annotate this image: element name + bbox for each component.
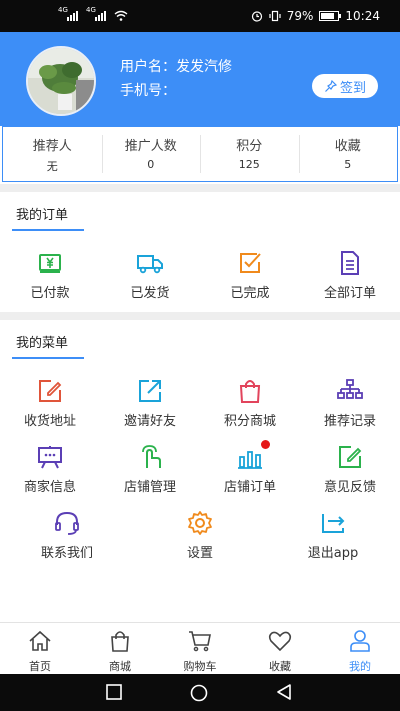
bottom-tab-bar: 首页 商城 购物车 收藏 我的 (0, 622, 400, 674)
username-text: 用户名：发发汽修 (120, 59, 232, 75)
tab-label: 商城 (109, 660, 131, 673)
cart-icon (189, 631, 211, 652)
stat-label: 推广人数 (124, 139, 177, 154)
order-paid[interactable]: 已付款 (0, 250, 100, 301)
order-completed[interactable]: 已完成 (200, 250, 300, 301)
user-icon (350, 630, 370, 652)
menu-points-mall[interactable]: 积分商城 (200, 378, 300, 429)
menu-label: 积分商城 (223, 414, 276, 429)
recents-icon[interactable] (106, 684, 122, 700)
avatar[interactable] (26, 46, 96, 116)
order-all[interactable]: 全部订单 (300, 250, 400, 301)
headset-icon (55, 511, 79, 535)
menu-contact-us[interactable]: 联系我们 (17, 510, 117, 561)
shopping-bag-icon (239, 380, 261, 403)
exit-arrow-icon (322, 514, 345, 533)
phone-text: 手机号： (120, 83, 176, 99)
signal-icon: 4G (58, 6, 78, 21)
tab-favorites[interactable]: 收藏 (240, 623, 320, 674)
bag-icon (111, 631, 129, 652)
order-shipped[interactable]: 已发货 (100, 250, 200, 301)
stat-label: 积分 (236, 139, 263, 154)
stat-value: 无 (46, 160, 58, 173)
menu-referral-records[interactable]: 推荐记录 (300, 378, 400, 429)
menu-label: 邀请好友 (123, 414, 176, 429)
easel-board-icon (38, 446, 62, 469)
truck-icon (137, 255, 163, 274)
menu-label: 店铺订单 (223, 480, 276, 495)
bar-chart-icon (238, 451, 262, 469)
menu-label: 退出app (307, 546, 359, 561)
share-arrow-icon (139, 380, 161, 402)
menu-label: 收货地址 (23, 414, 76, 429)
check-box-icon (240, 253, 261, 273)
tab-mall[interactable]: 商城 (80, 623, 160, 674)
wifi-icon (114, 10, 128, 21)
order-label: 已完成 (230, 286, 270, 301)
menu-store-orders[interactable]: 店铺订单 (200, 440, 300, 495)
stat-promoted-count[interactable]: 推广人数 0 (101, 127, 201, 181)
stat-points[interactable]: 积分 125 (200, 127, 299, 181)
menu-label: 设置 (186, 546, 213, 561)
menu-label: 意见反馈 (323, 480, 376, 495)
vibrate-icon (269, 10, 281, 22)
system-nav-bar (0, 674, 400, 711)
profile-header: 用户名：发发汽修 手机号： 签到 (0, 32, 400, 126)
menu-label: 推荐记录 (323, 414, 376, 429)
stat-value: 5 (344, 158, 352, 171)
tab-label: 收藏 (269, 660, 291, 673)
section-divider (0, 312, 400, 320)
tab-label: 首页 (29, 660, 51, 673)
order-label: 已发货 (130, 286, 170, 301)
stat-value: 125 (238, 158, 260, 171)
yuan-wallet-icon (39, 254, 61, 273)
stat-referrer[interactable]: 推荐人 无 (3, 127, 102, 181)
stat-favorites[interactable]: 收藏 5 (298, 127, 398, 181)
section-divider (0, 184, 400, 192)
menu-label: 联系我们 (40, 546, 93, 561)
menu-section-title: 我的菜单 (12, 332, 84, 359)
home-button-icon[interactable] (190, 684, 208, 702)
menu-invite-friends[interactable]: 邀请好友 (100, 378, 200, 429)
menu-label: 商家信息 (23, 480, 76, 495)
menu-shipping-address[interactable]: 收货地址 (0, 378, 100, 429)
stat-value: 0 (147, 158, 155, 171)
stats-panel: 推荐人 无 推广人数 0 积分 125 收藏 5 (2, 126, 398, 182)
orders-section-title: 我的订单 (12, 204, 84, 231)
menu-label: 店铺管理 (123, 480, 176, 495)
org-chart-icon (337, 379, 363, 399)
menu-exit-app[interactable]: 退出app (283, 510, 383, 561)
tab-home[interactable]: 首页 (0, 623, 80, 674)
clock: 10:24 (345, 9, 380, 23)
alarm-icon (251, 11, 262, 22)
back-icon[interactable] (276, 684, 292, 700)
menu-feedback[interactable]: 意见反馈 (300, 444, 400, 495)
menu-merchant-info[interactable]: 商家信息 (0, 444, 100, 495)
order-label: 已付款 (30, 286, 70, 301)
notification-badge (261, 440, 270, 449)
home-icon (29, 630, 51, 651)
order-label: 全部订单 (323, 286, 376, 301)
signal-icon: 4G (86, 6, 106, 21)
battery-icon (319, 11, 342, 21)
stat-label: 收藏 (334, 139, 361, 154)
gear-icon (188, 511, 212, 535)
edit-address-icon (39, 380, 62, 402)
tap-hand-icon (142, 445, 161, 468)
document-list-icon (341, 251, 359, 275)
stat-label: 推荐人 (32, 139, 72, 154)
status-bar: 4G 4G 79% 10:24 (0, 0, 400, 32)
tab-mine[interactable]: 我的 (320, 623, 400, 674)
tab-label: 我的 (349, 660, 371, 673)
heart-icon (268, 631, 292, 652)
edit-feedback-icon (339, 446, 362, 468)
battery-percent: 79% (286, 9, 314, 23)
signin-label: 签到 (339, 80, 366, 96)
menu-store-management[interactable]: 店铺管理 (100, 444, 200, 495)
menu-settings[interactable]: 设置 (150, 510, 250, 561)
signin-button[interactable]: 签到 (312, 74, 378, 98)
pin-icon (325, 79, 337, 92)
tab-cart[interactable]: 购物车 (160, 623, 240, 674)
tab-label: 购物车 (183, 660, 217, 673)
